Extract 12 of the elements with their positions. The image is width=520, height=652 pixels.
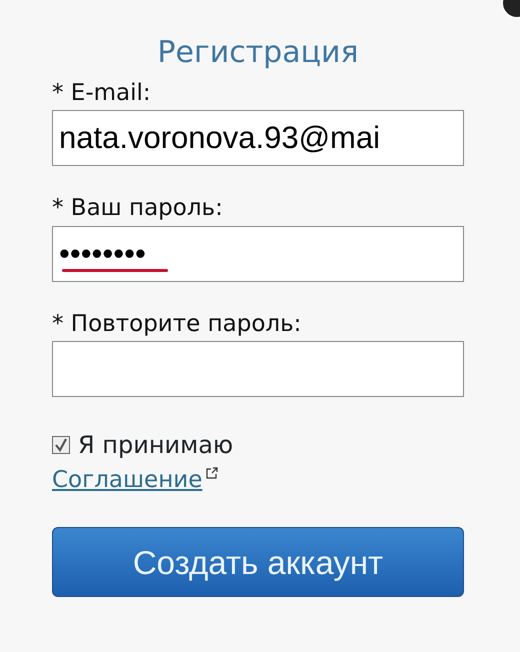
field-label: * Повторите пароль: [52, 312, 302, 337]
form-title: Регистрация [156, 34, 360, 72]
checkbox[interactable] [52, 436, 70, 454]
field-label: * Ваш пароль: [52, 196, 224, 222]
field-label: * E-mail: [52, 81, 152, 106]
input-field[interactable]: nata.voronova.93@mai [52, 110, 464, 166]
input-field[interactable] [52, 340, 464, 397]
external-link-icon [206, 466, 218, 479]
checkbox-label: Я принимаю [78, 430, 234, 461]
input-field[interactable]: •••••••• [52, 226, 464, 282]
agreement-link[interactable]: Соглашение [52, 462, 202, 498]
create-account-button[interactable]: Создать аккаунт [52, 527, 464, 598]
